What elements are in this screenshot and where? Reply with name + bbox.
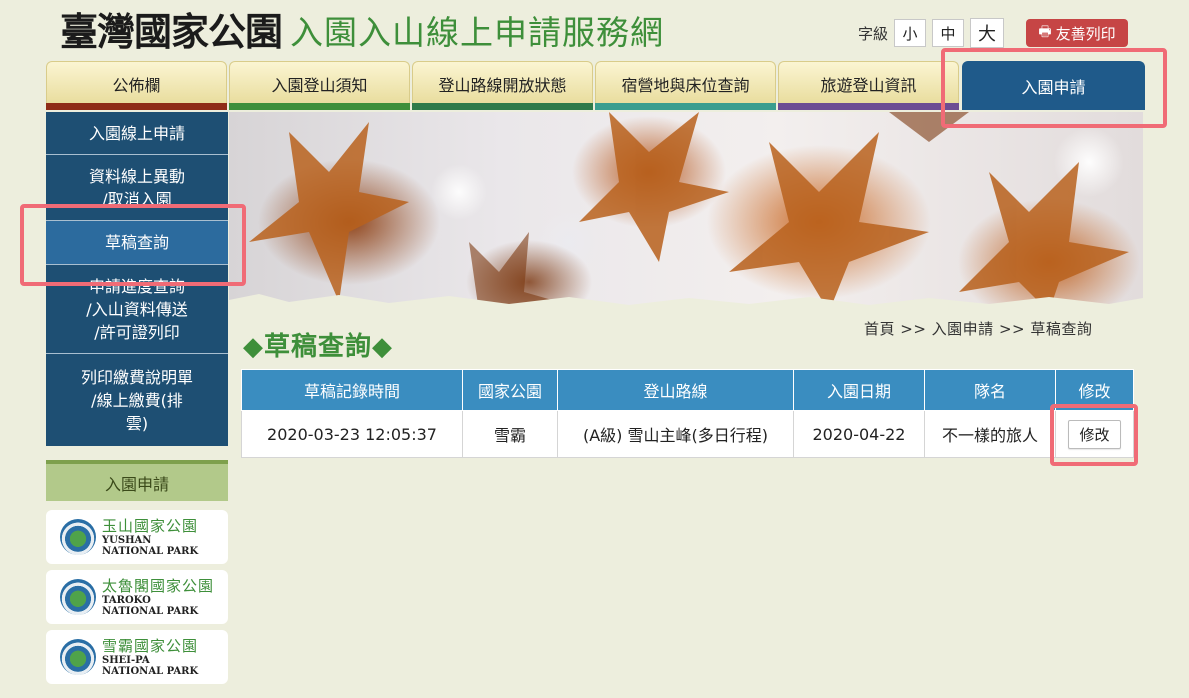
font-size-controls: 字級 小 中 大 [858, 18, 1010, 48]
tab-trail-status[interactable]: 登山路線開放狀態 [412, 61, 593, 105]
cell-record-time: 2020-03-23 12:05:37 [241, 410, 463, 458]
sidebar-item-label: 入園線上申請 [88, 123, 185, 143]
tab-underline [595, 103, 776, 110]
sidebar-item-draft-query[interactable]: 草稿查詢 [46, 221, 228, 265]
font-small-button[interactable]: 小 [894, 19, 927, 47]
cell-edit: 修改 [1055, 410, 1134, 458]
park-emblem-icon [60, 579, 96, 615]
tab-label: 公佈欄 [112, 75, 161, 95]
font-medium-button[interactable]: 中 [932, 19, 965, 47]
column-header-route: 登山路線 [557, 369, 794, 411]
tab-label: 入園申請 [1021, 78, 1086, 97]
page-title: ◆草稿查詢◆ [243, 332, 393, 362]
column-header-team-name: 隊名 [924, 369, 1056, 411]
cell-team-name: 不一樣的旅人 [924, 410, 1056, 458]
sidebar-menu: 入園線上申請 資料線上異動 /取消入園 草稿查詢 申請進度查詢 /入山資料傳送 … [46, 112, 228, 446]
tab-label: 旅遊登山資訊 [820, 75, 917, 95]
tab-label: 入園登山須知 [271, 75, 368, 95]
sidebar-item-modify-cancel[interactable]: 資料線上異動 /取消入園 [46, 155, 228, 221]
sidebar-item-label: 資料線上異動 [88, 166, 185, 186]
tab-underline [229, 103, 410, 110]
banner-image [229, 112, 1143, 312]
sidebar-item-label: 草稿查詢 [104, 233, 169, 252]
site-title: 入園入山線上申請服務網 [290, 13, 665, 52]
park-name-en: TAROKO [102, 595, 151, 606]
sidebar-item-label: /許可證列印 [94, 322, 180, 342]
print-button[interactable]: 🖶 友善列印 [1026, 19, 1128, 47]
table-header-row: 草稿記錄時間 國家公園 登山路線 入園日期 隊名 修改 [241, 369, 1134, 411]
font-size-label: 字級 [858, 24, 889, 43]
park-emblem-icon [60, 639, 96, 675]
park-link-sheipa[interactable]: 雪霸國家公園 SHEI-PA NATIONAL PARK [46, 630, 228, 684]
park-name-en: NATIONAL PARK [102, 606, 199, 617]
park-name-zh: 太魯閣國家公園 [102, 577, 215, 595]
park-emblem-icon [60, 519, 96, 555]
tab-underline [778, 103, 959, 110]
column-header-entry-date: 入園日期 [793, 369, 925, 411]
tab-travel-info[interactable]: 旅遊登山資訊 [778, 61, 959, 105]
printer-icon: 🖶 [1038, 24, 1052, 40]
sidebar-item-label: 列印繳費說明單 [80, 367, 193, 387]
tab-label: 登山路線開放狀態 [438, 75, 567, 95]
column-header-record-time: 草稿記錄時間 [241, 369, 463, 411]
tab-underline [46, 103, 227, 110]
park-link-yushan[interactable]: 玉山國家公園 YUSHAN NATIONAL PARK [46, 510, 228, 564]
site-logo[interactable]: 臺灣國家公園 入園入山線上申請服務網 [60, 4, 664, 56]
sidebar-item-label: /入山資料傳送 [86, 299, 188, 319]
sidebar-item-progress-query[interactable]: 申請進度查詢 /入山資料傳送 /許可證列印 [46, 265, 228, 354]
cell-entry-date: 2020-04-22 [793, 410, 925, 458]
park-name-en: NATIONAL PARK [102, 666, 199, 677]
print-label: 友善列印 [1055, 24, 1116, 43]
tab-bulletin[interactable]: 公佈欄 [46, 61, 227, 105]
park-name-en: NATIONAL PARK [102, 546, 199, 557]
edit-button[interactable]: 修改 [1068, 419, 1121, 449]
sidebar-item-label: /取消入園 [102, 189, 172, 209]
tab-label: 宿營地與床位查詢 [621, 75, 750, 95]
sidebar-item-online-application[interactable]: 入園線上申請 [46, 112, 228, 155]
column-header-park: 國家公園 [462, 369, 558, 411]
tab-campsite-query[interactable]: 宿營地與床位查詢 [595, 61, 776, 105]
column-header-edit: 修改 [1055, 369, 1134, 411]
cell-park: 雪霸 [462, 410, 558, 458]
sidebar-section-title: 入園申請 [46, 460, 228, 501]
logo-text: 臺灣國家公園 [60, 9, 283, 54]
park-name-en: YUSHAN [102, 535, 152, 546]
draft-table: 草稿記錄時間 國家公園 登山路線 入園日期 隊名 修改 2020-03-23 1… [241, 369, 1134, 458]
sidebar-item-label: 雲) [125, 413, 149, 433]
sidebar-item-label: /線上繳費(排 [91, 390, 183, 410]
tab-entry-application[interactable]: 入園申請 [962, 61, 1145, 110]
park-link-taroko[interactable]: 太魯閣國家公園 TAROKO NATIONAL PARK [46, 570, 228, 624]
table-row: 2020-03-23 12:05:37 雪霸 (A級) 雪山主峰(多日行程) 2… [241, 410, 1134, 458]
font-large-button[interactable]: 大 [970, 18, 1005, 48]
park-name-zh: 玉山國家公園 [102, 517, 199, 535]
park-name-en: SHEI-PA [102, 655, 150, 666]
tab-underline [412, 103, 593, 110]
breadcrumb: 首頁 >> 入園申請 >> 草稿查詢 [864, 320, 1093, 338]
sidebar-item-label: 申請進度查詢 [88, 276, 185, 296]
park-name-zh: 雪霸國家公園 [102, 637, 199, 655]
tab-entry-guide[interactable]: 入園登山須知 [229, 61, 410, 105]
sidebar-item-payment[interactable]: 列印繳費說明單 /線上繳費(排 雲) [46, 354, 228, 446]
cell-route: (A級) 雪山主峰(多日行程) [557, 410, 794, 458]
